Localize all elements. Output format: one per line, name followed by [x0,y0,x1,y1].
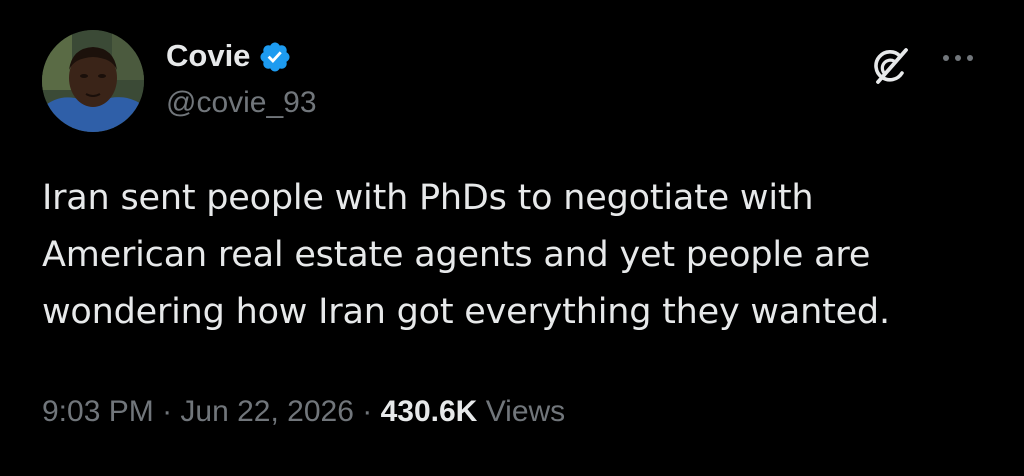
author-display-name[interactable]: Covie [166,36,250,76]
more-icon[interactable] [938,48,978,68]
avatar-image [42,30,144,132]
avatar[interactable] [42,30,144,132]
grok-icon[interactable] [866,42,914,90]
author-handle[interactable]: @covie_93 [166,84,317,122]
views-label: Views [485,395,566,428]
meta-separator: · [362,395,373,428]
tweet-text: Iran sent people with PhDs to negotiate … [42,178,890,332]
tweet-date[interactable]: Jun 22, 2026 [180,395,353,428]
verified-badge-icon[interactable] [258,40,292,74]
tweet-meta: 9:03 PM · Jun 22, 2026 · 430.6K Views [42,392,565,432]
views-count: 430.6K [380,395,478,428]
author-name-row: Covie [166,36,292,76]
meta-separator: · [162,395,173,428]
tweet-time[interactable]: 9:03 PM [42,395,154,428]
tweet-card: Covie @covie_93 Iran sent people with Ph… [0,0,1024,476]
